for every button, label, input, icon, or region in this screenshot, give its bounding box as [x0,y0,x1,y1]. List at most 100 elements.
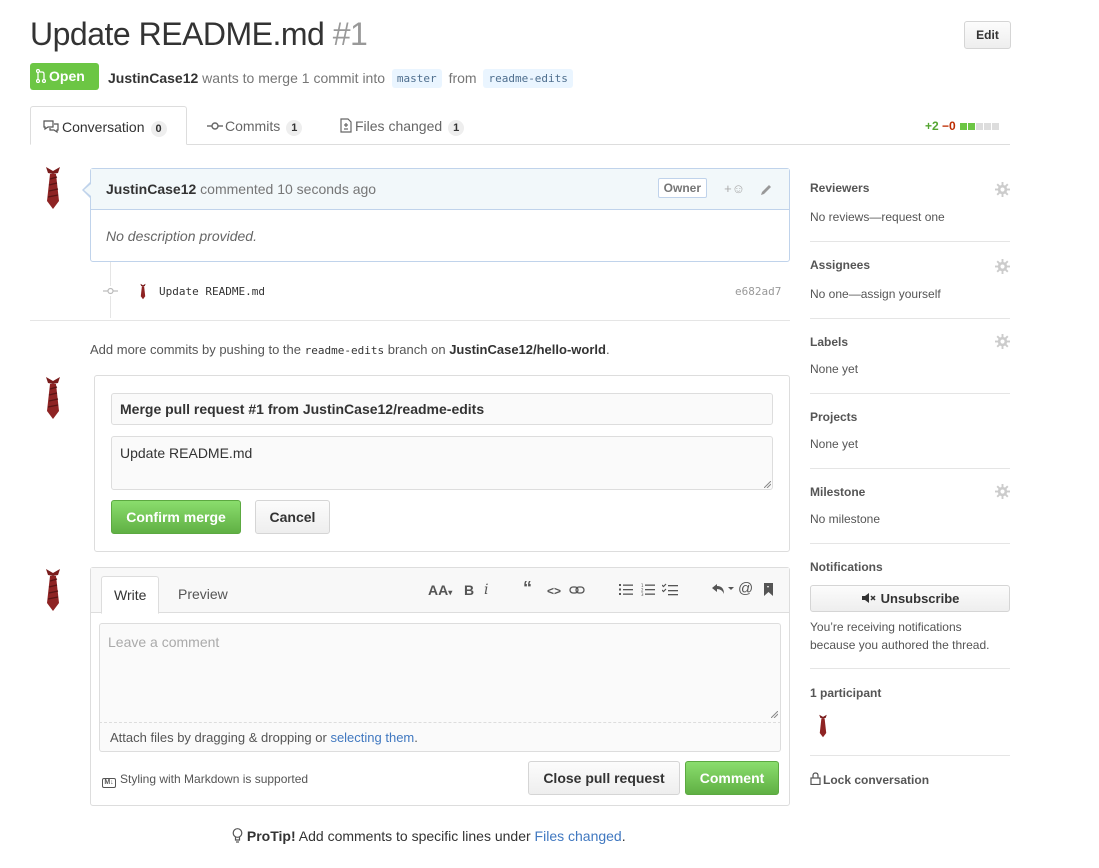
tab-count: 0 [150,121,167,137]
markdown-icon: M↓ [102,778,116,788]
sidebar-divider [810,241,1010,242]
tab-label: Commits [225,118,281,134]
participants-heading: 1 participant [810,686,882,700]
tab-count: 1 [448,120,465,136]
merge-title-input[interactable]: Merge pull request #1 from JustinCase12/… [111,393,773,425]
reviewers-heading[interactable]: Reviewers [810,181,869,195]
sidebar-divider [810,755,1010,756]
italic-icon[interactable]: i [484,582,488,598]
labels-heading[interactable]: Labels [810,335,848,349]
gear-icon[interactable] [995,182,1010,197]
author-link[interactable]: JustinCase12 [108,70,198,86]
gear-icon[interactable] [995,484,1010,499]
diffstat: +2 −0 [925,119,1000,133]
svg-text:3: 3 [641,592,644,596]
unsubscribe-label: Unsubscribe [880,591,960,606]
resize-handle-icon[interactable] [771,711,778,718]
avatar[interactable] [816,713,830,739]
pull-request-icon [35,68,47,84]
pr-number: #1 [332,16,368,52]
owner-badge: Owner [657,178,707,198]
tab-label: Conversation [62,119,145,135]
comment-pointer-inner [84,184,91,196]
sidebar-divider [810,668,1010,669]
assignees-value[interactable]: No one—assign yourself [810,287,941,301]
push-note-middle: branch on [387,342,446,357]
bookmark-icon[interactable] [763,582,774,597]
quote-icon[interactable]: “ [523,578,532,599]
tab-write[interactable]: Write [101,576,160,614]
comment-textarea[interactable]: Leave a comment [99,623,781,722]
link-icon[interactable] [569,584,585,596]
head-branch[interactable]: readme-edits [483,69,573,88]
commit-icon [207,122,223,130]
notification-reason: You’re receiving notifications because yo… [810,618,1020,654]
commit-message[interactable]: Update README.md [159,285,265,298]
milestone-heading[interactable]: Milestone [810,485,865,499]
bold-icon[interactable]: B [464,582,474,598]
avatar[interactable] [40,165,66,211]
pr-title: Update README.md [30,16,325,52]
attach-files-bar[interactable]: Attach files by dragging & dropping or s… [99,722,781,752]
push-note-repo[interactable]: JustinCase12/hello-world [449,342,606,357]
gear-icon[interactable] [995,334,1010,349]
push-note-suffix: . [605,342,610,357]
avatar[interactable] [138,283,148,300]
mention-icon[interactable]: @ [738,580,753,597]
text-size-icon[interactable]: AA▾ [428,582,452,598]
projects-value: None yet [810,437,859,451]
code-icon[interactable]: <> [547,584,561,598]
base-branch[interactable]: master [391,69,442,88]
tab-label: Files changed [355,118,443,134]
page-title: Update README.md #1 [30,16,368,53]
tab-files-changed[interactable]: Files changed 1 [328,106,476,145]
reply-icon[interactable] [711,582,735,596]
push-note: Add more commits by pushing to the readm… [90,342,610,357]
edit-button[interactable]: Edit [964,21,1011,49]
tab-conversation[interactable]: Conversation 0 [30,106,187,145]
pr-meta: JustinCase12 wants to merge 1 commit int… [108,69,576,88]
mute-icon [861,593,876,603]
milestone-value: No milestone [810,512,881,526]
sidebar-divider [810,543,1010,544]
close-pull-request-button[interactable]: Close pull request [528,761,680,795]
unsubscribe-button[interactable]: Unsubscribe [810,585,1010,612]
tab-preview[interactable]: Preview [166,576,240,614]
timeline-divider [30,320,790,321]
deletions-count: −0 [942,119,956,133]
confirm-merge-button[interactable]: Confirm merge [111,500,241,534]
labels-value: None yet [810,362,859,376]
commit-sha[interactable]: e682ad7 [735,285,781,298]
comment-button[interactable]: Comment [685,761,779,795]
assignees-heading[interactable]: Assignees [810,258,870,272]
unordered-list-icon[interactable] [619,583,633,596]
resize-handle-icon[interactable] [764,481,771,488]
avatar[interactable] [40,375,66,421]
files-changed-link[interactable]: Files changed [535,828,622,844]
add-reaction-icon[interactable]: +☺ [724,181,745,196]
markdown-note[interactable]: M↓ Styling with Markdown is supported [102,772,308,788]
comment-author[interactable]: JustinCase12 [106,181,196,197]
pencil-icon[interactable] [759,183,773,197]
merge-message-textarea[interactable]: Update README.md [111,436,773,490]
avatar[interactable] [40,567,66,613]
status-badge: Open [30,63,99,90]
merge-text: wants to merge 1 commit into [202,70,386,86]
file-diff-icon [340,118,352,133]
select-files-link[interactable]: selecting them [330,730,414,745]
commit-icon [103,286,118,296]
protip-text: Add comments to specific lines under [298,828,531,844]
push-note-prefix: Add more commits by pushing to the [90,342,301,357]
light-bulb-icon [232,828,243,843]
tab-commits[interactable]: Commits 1 [195,106,314,145]
task-list-icon[interactable] [662,583,678,596]
cancel-button[interactable]: Cancel [255,500,330,534]
protip-suffix: . [621,828,626,844]
ordered-list-icon[interactable]: 123 [641,583,655,596]
attach-text: Attach files by dragging & dropping or [110,730,327,745]
lock-conversation[interactable]: Lock conversation [810,772,929,787]
status-label: Open [49,68,85,84]
gear-icon[interactable] [995,259,1010,274]
diffstat-blocks [959,119,1000,133]
reviewers-value[interactable]: No reviews—request one [810,210,945,224]
